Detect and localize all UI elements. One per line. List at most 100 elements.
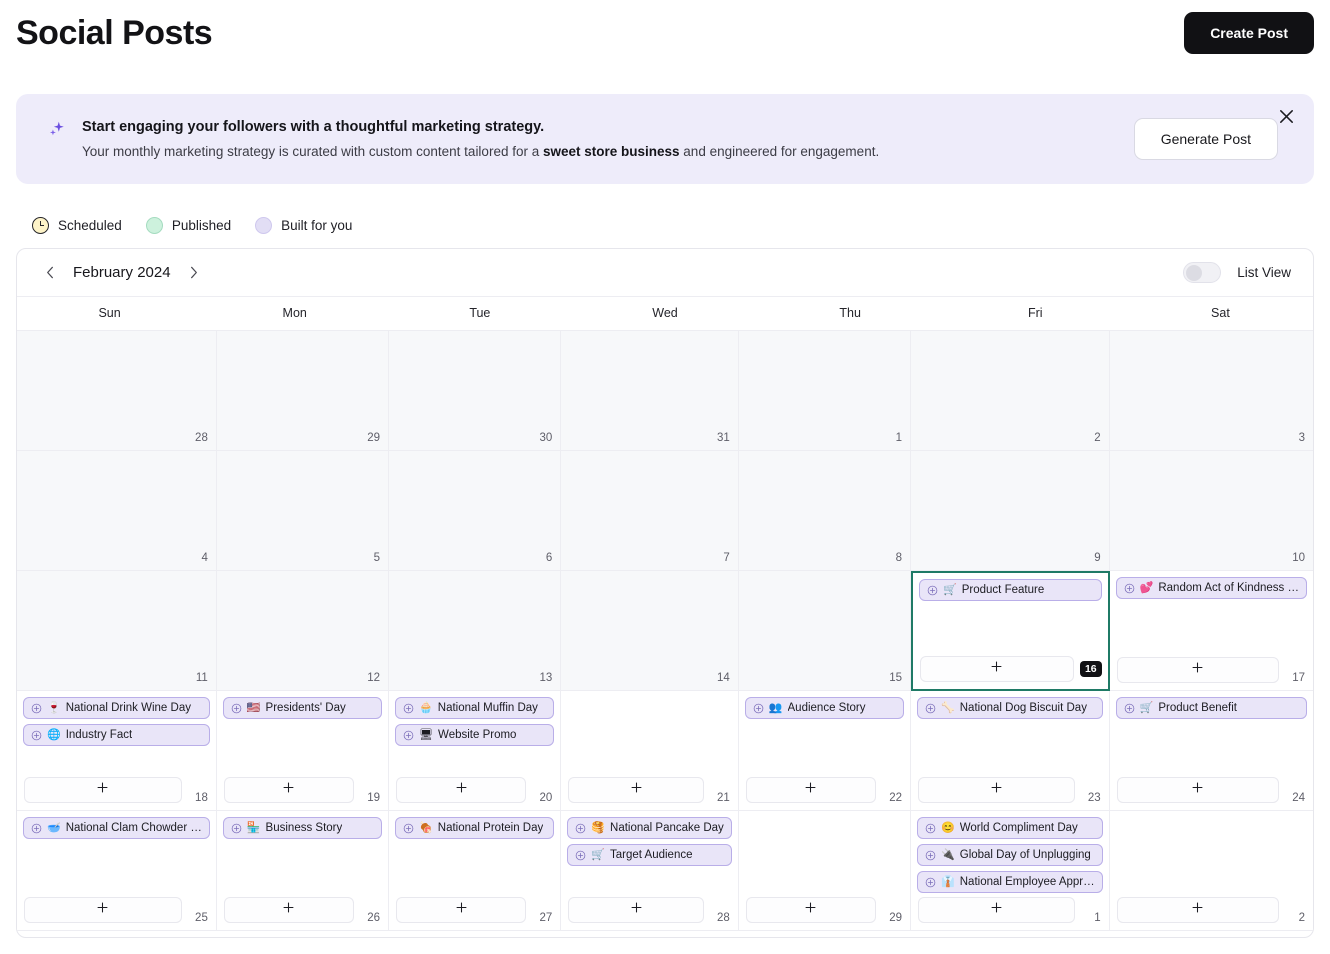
add-post-button[interactable] xyxy=(223,897,355,923)
chevron-right-icon[interactable] xyxy=(183,262,205,284)
calendar-event-chip[interactable]: 🥞 National Pancake Day xyxy=(567,817,732,839)
calendar-event-chip[interactable]: 💕 Random Act of Kindness … xyxy=(1115,577,1307,599)
calendar-day-cell[interactable]: 28 xyxy=(17,331,217,451)
calendar-event-chip[interactable]: 👔 National Employee Appr… xyxy=(917,871,1103,893)
add-circle-icon[interactable] xyxy=(31,823,42,834)
calendar-event-chip[interactable]: 🛒 Target Audience xyxy=(567,844,732,866)
add-post-button[interactable] xyxy=(920,656,1074,682)
calendar-day-cell[interactable]: 👥 Audience Story 22 xyxy=(738,691,912,811)
banner-text: Start engaging your followers with a tho… xyxy=(46,119,1134,159)
add-post-button[interactable] xyxy=(1116,897,1279,923)
add-circle-icon[interactable] xyxy=(31,730,42,741)
add-circle-icon[interactable] xyxy=(231,823,242,834)
calendar-day-cell[interactable]: 🦴 National Dog Biscuit Day 23 xyxy=(911,691,1110,811)
calendar-day-cell[interactable]: 21 xyxy=(561,691,739,811)
add-circle-icon[interactable] xyxy=(1124,583,1135,594)
generate-post-button[interactable]: Generate Post xyxy=(1133,118,1278,160)
add-circle-icon[interactable] xyxy=(403,823,414,834)
day-of-week-header: Sun Mon Tue Wed Thu Fri Sat xyxy=(17,297,1313,331)
calendar-day-cell[interactable]: 1 xyxy=(738,331,912,451)
calendar-day-cell[interactable]: 13 xyxy=(389,571,562,691)
calendar-event-chip[interactable]: 🛒 Product Benefit xyxy=(1115,697,1307,719)
plus-icon xyxy=(455,781,468,799)
calendar-event-chip[interactable]: 🏪 Business Story xyxy=(222,817,383,839)
add-post-button[interactable] xyxy=(396,777,527,803)
add-post-button[interactable] xyxy=(918,897,1075,923)
add-circle-icon[interactable] xyxy=(403,730,414,741)
event-label: National Protein Day xyxy=(437,822,544,834)
calendar-day-cell[interactable]: 2 xyxy=(1109,811,1313,931)
add-post-button[interactable] xyxy=(745,777,877,803)
calendar-day-cell[interactable]: 14 xyxy=(561,571,739,691)
calendar-day-cell[interactable]: 2 xyxy=(911,331,1110,451)
calendar-day-cell[interactable]: 6 xyxy=(389,451,562,571)
calendar-day-cell[interactable]: 31 xyxy=(561,331,739,451)
add-circle-icon[interactable] xyxy=(403,703,414,714)
add-post-button[interactable] xyxy=(24,777,182,803)
create-post-button[interactable]: Create Post xyxy=(1184,12,1314,54)
add-circle-icon[interactable] xyxy=(925,703,936,714)
calendar-day-cell[interactable]: 30 xyxy=(389,331,562,451)
add-circle-icon[interactable] xyxy=(925,877,936,888)
calendar-day-cell[interactable]: 💕 Random Act of Kindness … 17 xyxy=(1109,571,1313,691)
add-circle-icon[interactable] xyxy=(31,703,42,714)
calendar-day-cell[interactable]: 🍷 National Drink Wine Day 🌐 Industry Fact 18 xyxy=(17,691,217,811)
calendar-day-cell[interactable]: 🛒 Product Benefit 24 xyxy=(1109,691,1313,811)
add-circle-icon[interactable] xyxy=(575,850,586,861)
add-circle-icon[interactable] xyxy=(927,585,938,596)
calendar-day-cell[interactable]: 😊 World Compliment Day 🔌 Global Day of Unpl… xyxy=(911,811,1110,931)
calendar-day-cell[interactable]: 🏪 Business Story 26 xyxy=(216,811,390,931)
calendar-event-chip[interactable]: 🍷 National Drink Wine Day xyxy=(23,697,210,719)
calendar-day-cell[interactable]: 🍖 National Protein Day 27 xyxy=(389,811,562,931)
close-icon[interactable] xyxy=(1274,104,1298,128)
calendar-event-chip[interactable]: 🛒 Product Feature xyxy=(919,579,1102,601)
add-post-button[interactable] xyxy=(1116,777,1279,803)
calendar-event-chip[interactable]: 😊 World Compliment Day xyxy=(917,817,1103,839)
calendar-event-chip[interactable]: 🧁 National Muffin Day xyxy=(395,697,555,719)
add-post-button[interactable] xyxy=(223,777,355,803)
calendar-event-chip[interactable]: 👥 Audience Story xyxy=(744,697,905,719)
calendar-day-cell[interactable]: 10 xyxy=(1109,451,1313,571)
add-post-button[interactable] xyxy=(1116,657,1279,683)
add-post-button[interactable] xyxy=(396,897,527,923)
calendar-day-cell[interactable]: 7 xyxy=(561,451,739,571)
add-circle-icon[interactable] xyxy=(231,703,242,714)
calendar-day-cell[interactable]: 3 xyxy=(1109,331,1313,451)
calendar-day-cell[interactable]: 5 xyxy=(216,451,390,571)
sparkles-icon xyxy=(48,120,66,138)
calendar-day-cell[interactable]: 11 xyxy=(17,571,217,691)
list-view-toggle[interactable] xyxy=(1183,262,1222,283)
add-post-button[interactable] xyxy=(24,897,182,923)
calendar-event-chip[interactable]: 🌐 Industry Fact xyxy=(23,724,210,746)
add-circle-icon[interactable] xyxy=(925,823,936,834)
add-post-button[interactable] xyxy=(568,777,704,803)
add-post-button[interactable] xyxy=(568,897,704,923)
calendar-day-cell[interactable]: 29 xyxy=(216,331,390,451)
calendar-day-cell[interactable]: 15 xyxy=(738,571,912,691)
add-post-button[interactable] xyxy=(918,777,1075,803)
calendar-event-chip[interactable]: 🦴 National Dog Biscuit Day xyxy=(917,697,1103,719)
calendar-day-cell[interactable]: 🧁 National Muffin Day 🖥 Website Promo 20 xyxy=(389,691,562,811)
calendar-day-cell[interactable]: 🇺🇸 Presidents' Day 19 xyxy=(216,691,390,811)
calendar-day-cell[interactable]: 🛒 Product Feature 16 xyxy=(911,571,1110,691)
add-post-button[interactable] xyxy=(745,897,877,923)
calendar-event-chip[interactable]: 🔌 Global Day of Unplugging xyxy=(917,844,1103,866)
calendar-day-cell[interactable]: 12 xyxy=(216,571,390,691)
calendar-event-chip[interactable]: 🇺🇸 Presidents' Day xyxy=(222,697,383,719)
calendar-day-cell[interactable]: 9 xyxy=(911,451,1110,571)
calendar-day-cell[interactable]: 🥞 National Pancake Day 🛒 Target Audience 28 xyxy=(561,811,739,931)
add-circle-icon[interactable] xyxy=(1124,703,1135,714)
calendar-event-chip[interactable]: 🍖 National Protein Day xyxy=(395,817,555,839)
add-circle-icon[interactable] xyxy=(925,850,936,861)
calendar-event-chip[interactable]: 🖥 Website Promo xyxy=(395,724,555,746)
chevron-left-icon[interactable] xyxy=(39,262,61,284)
calendar-day-cell[interactable]: 🥣 National Clam Chowder … 25 xyxy=(17,811,217,931)
calendar-day-cell[interactable]: 8 xyxy=(738,451,912,571)
calendar-event-chip[interactable]: 🥣 National Clam Chowder … xyxy=(23,817,210,839)
event-label: National Dog Biscuit Day xyxy=(959,702,1087,714)
calendar-day-cell[interactable]: 29 xyxy=(738,811,912,931)
calendar-day-cell[interactable]: 4 xyxy=(17,451,217,571)
add-circle-icon[interactable] xyxy=(753,703,764,714)
add-circle-icon[interactable] xyxy=(575,823,586,834)
list-view-label[interactable]: List View xyxy=(1237,265,1291,280)
